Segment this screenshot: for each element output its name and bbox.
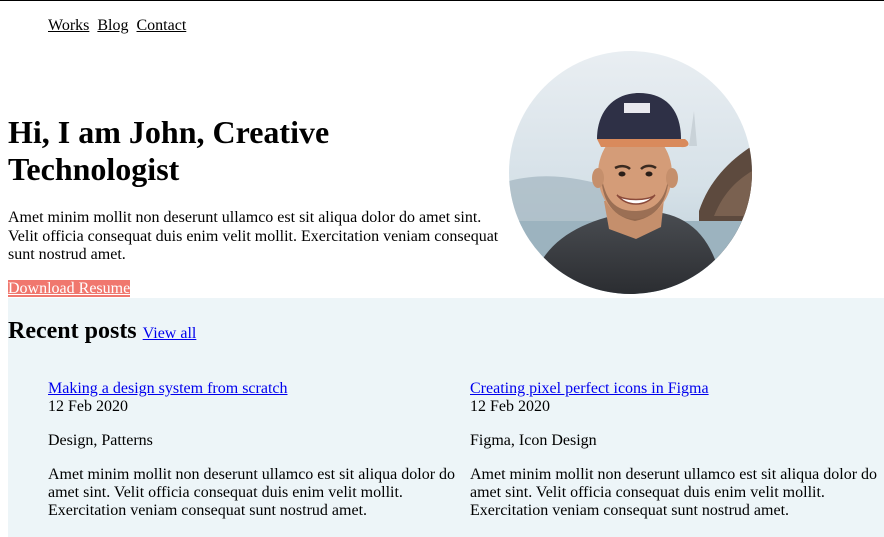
download-resume-button[interactable]: Download Resume <box>8 280 131 297</box>
hero-intro-text: Amet minim mollit non deserunt ullamco e… <box>8 209 499 263</box>
post-date: 12 Feb 2020 <box>48 398 128 415</box>
profile-photo <box>509 51 752 294</box>
post-excerpt: Amet minim mollit non deserunt ullamco e… <box>470 466 878 519</box>
post-title-link[interactable]: Creating pixel perfect icons in Figma <box>470 380 884 398</box>
post-excerpt: Amet minim mollit non deserunt ullamco e… <box>48 466 456 519</box>
site-nav: Works Blog Contact <box>48 16 186 36</box>
recent-posts-heading: Recent posts View all <box>8 317 196 348</box>
post-date: 12 Feb 2020 <box>470 398 550 415</box>
recent-posts-section: Recent posts View all Making a design sy… <box>8 298 884 537</box>
post-card: Making a design system from scratch 12 F… <box>48 380 458 520</box>
nav-link-blog[interactable]: Blog <box>97 17 128 34</box>
top-border <box>0 0 884 1</box>
view-all-link[interactable]: View all <box>143 325 197 342</box>
post-card: Creating pixel perfect icons in Figma 12… <box>470 380 884 520</box>
recent-posts-title: Recent posts <box>8 318 137 344</box>
hero-title: Hi, I am John, Creative Technologist <box>8 114 330 187</box>
post-title-link[interactable]: Making a design system from scratch <box>48 380 458 398</box>
nav-link-contact[interactable]: Contact <box>137 17 187 34</box>
post-tags: Figma, Icon Design <box>470 432 597 449</box>
post-tags: Design, Patterns <box>48 432 153 449</box>
nav-link-works[interactable]: Works <box>48 17 89 34</box>
